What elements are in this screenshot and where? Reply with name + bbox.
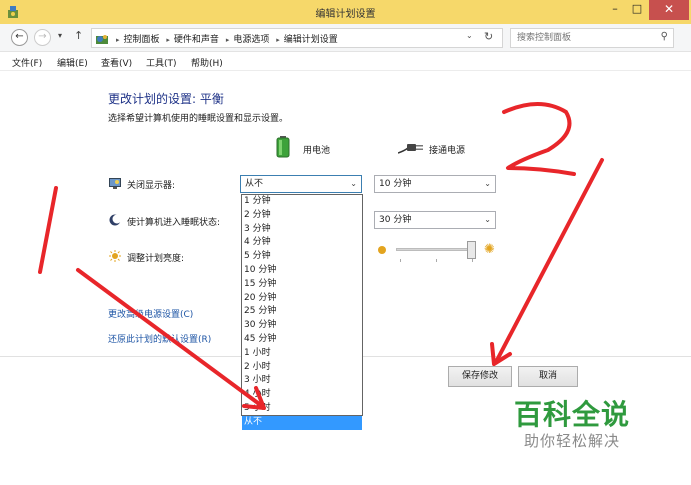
annotation-arrow-2 (494, 158, 604, 364)
display-off-dropdown-list[interactable]: 1 分钟 2 分钟 3 分钟 4 分钟 5 分钟 10 分钟 15 分钟 20 分钟 25 分钟… (241, 194, 363, 430)
brightness-icon (109, 250, 121, 262)
watermark-logo: 百科全说 (514, 398, 631, 431)
dropdown-option[interactable]: 5 小时 (242, 402, 362, 416)
dropdown-option[interactable]: 20 分钟 (242, 292, 362, 306)
restore-defaults-link[interactable]: 还原此计划的默认设置(R) (108, 332, 211, 345)
menu-bar: 文件(F) 编辑(E) 查看(V) 工具(T) 帮助(H) (0, 53, 691, 71)
minimize-button[interactable]: – (603, 0, 627, 20)
search-icon[interactable]: ⚲ (661, 31, 668, 42)
dropdown-option[interactable]: 5 分钟 (242, 250, 362, 264)
display-off-plugged-value: 10 分钟 (379, 179, 412, 189)
title-bar: 编辑计划设置 – □ ✕ (0, 0, 691, 24)
dropdown-option[interactable]: 2 分钟 (242, 209, 362, 223)
dropdown-option[interactable]: 25 分钟 (242, 305, 362, 319)
dropdown-option[interactable]: 15 分钟 (242, 278, 362, 292)
dropdown-option[interactable]: 3 小时 (242, 374, 362, 388)
watermark-tagline: 助你轻松解决 (524, 432, 621, 450)
control-panel-icon (96, 35, 108, 44)
page-subtitle: 选择希望计算机使用的睡眠设置和显示设置。 (108, 114, 289, 124)
address-bar: ← → ▾ ↑ ▸控制面板 ▸硬件和声音 ▸电源选项 ▸编辑计划设置 ⌄ ↻ ⚲ (0, 24, 691, 52)
annotation-mark-2 (502, 102, 576, 176)
breadcrumb-separator: ▸ (225, 36, 230, 44)
maximize-button[interactable]: □ (627, 0, 647, 20)
menu-help[interactable]: 帮助(H) (191, 56, 223, 69)
advanced-power-settings-link[interactable]: 更改高级电源设置(C) (108, 307, 193, 320)
battery-column-label: 用电池 (303, 146, 331, 156)
sleep-plugged-select[interactable]: 30 分钟 ⌄ (374, 211, 496, 229)
dropdown-option[interactable]: 45 分钟 (242, 333, 362, 347)
battery-icon (276, 136, 290, 158)
address-field[interactable]: ▸ 控制面板 ▸ 硬件和声音 ▸ 电源选项 ▸ 编辑计划设置 ⌄ ↻ (91, 28, 503, 48)
menu-file[interactable]: 文件(F) (12, 56, 42, 69)
chevron-down-icon: ⌄ (350, 179, 357, 188)
chevron-down-icon: ⌄ (484, 179, 491, 188)
dropdown-option[interactable]: 1 分钟 (242, 195, 362, 209)
back-button[interactable]: ← (11, 29, 28, 46)
breadcrumb-control-panel[interactable]: 控制面板 (124, 35, 160, 45)
breadcrumb-power-options[interactable]: 电源选项 (233, 35, 269, 45)
moon-icon (109, 214, 121, 226)
plugged-in-column-label: 接通电源 (429, 146, 466, 156)
menu-tools[interactable]: 工具(T) (146, 56, 177, 69)
display-off-battery-select[interactable]: 从不 ⌄ (240, 175, 362, 193)
dropdown-option[interactable]: 4 小时 (242, 388, 362, 402)
search-box[interactable]: ⚲ (510, 28, 674, 48)
menu-view[interactable]: 查看(V) (101, 56, 132, 69)
dropdown-option[interactable]: 10 分钟 (242, 264, 362, 278)
display-off-battery-value: 从不 (245, 179, 264, 189)
breadcrumb-separator: ▸ (166, 36, 170, 44)
turn-off-display-label: 关闭显示器: (127, 181, 176, 191)
menu-edit[interactable]: 编辑(E) (57, 56, 88, 69)
breadcrumb-separator: ▸ (116, 36, 120, 44)
slider-tick (400, 259, 401, 262)
display-off-plugged-select[interactable]: 10 分钟 ⌄ (374, 175, 496, 193)
slider-tick (436, 259, 437, 262)
annotation-mark-1 (38, 186, 58, 274)
chevron-down-icon: ⌄ (484, 215, 491, 224)
sleep-plugged-value: 30 分钟 (379, 215, 412, 225)
brightness-slider-track[interactable] (396, 248, 476, 251)
power-plug-icon (398, 144, 423, 154)
recent-locations-button[interactable]: ▾ (58, 31, 62, 40)
cancel-button[interactable]: 取消 (518, 366, 578, 387)
dim-brightness-icon (378, 246, 386, 254)
breadcrumb-separator: ▸ (276, 36, 280, 44)
slider-tick (472, 259, 473, 262)
dropdown-option[interactable]: 4 分钟 (242, 236, 362, 250)
forward-button[interactable]: → (34, 29, 51, 46)
dropdown-option[interactable]: 从不 (242, 415, 362, 430)
dropdown-option[interactable]: 3 分钟 (242, 223, 362, 237)
search-input[interactable] (517, 29, 647, 47)
monitor-icon (109, 178, 121, 189)
breadcrumb: ▸ 控制面板 ▸ 硬件和声音 ▸ 电源选项 ▸ 编辑计划设置 (112, 32, 338, 45)
save-changes-button[interactable]: 保存修改 (448, 366, 512, 387)
address-history-dropdown[interactable]: ⌄ (466, 31, 473, 40)
sleep-label: 使计算机进入睡眠状态: (127, 218, 221, 228)
annotation-arrowhead-2 (490, 342, 512, 366)
breadcrumb-edit-plan[interactable]: 编辑计划设置 (284, 35, 338, 45)
brightness-slider-thumb[interactable] (467, 241, 476, 259)
page-title: 更改计划的设置: 平衡 (108, 92, 224, 106)
dropdown-option[interactable]: 2 小时 (242, 361, 362, 375)
bright-brightness-icon: ✺ (484, 242, 495, 257)
breadcrumb-hardware-sound[interactable]: 硬件和声音 (174, 35, 219, 45)
brightness-label: 调整计划亮度: (127, 254, 185, 264)
up-button[interactable]: ↑ (74, 29, 83, 42)
window-title: 编辑计划设置 (315, 9, 376, 20)
dropdown-option[interactable]: 1 小时 (242, 347, 362, 361)
refresh-icon[interactable]: ↻ (484, 30, 493, 43)
dropdown-option[interactable]: 30 分钟 (242, 319, 362, 333)
close-button[interactable]: ✕ (649, 0, 689, 20)
